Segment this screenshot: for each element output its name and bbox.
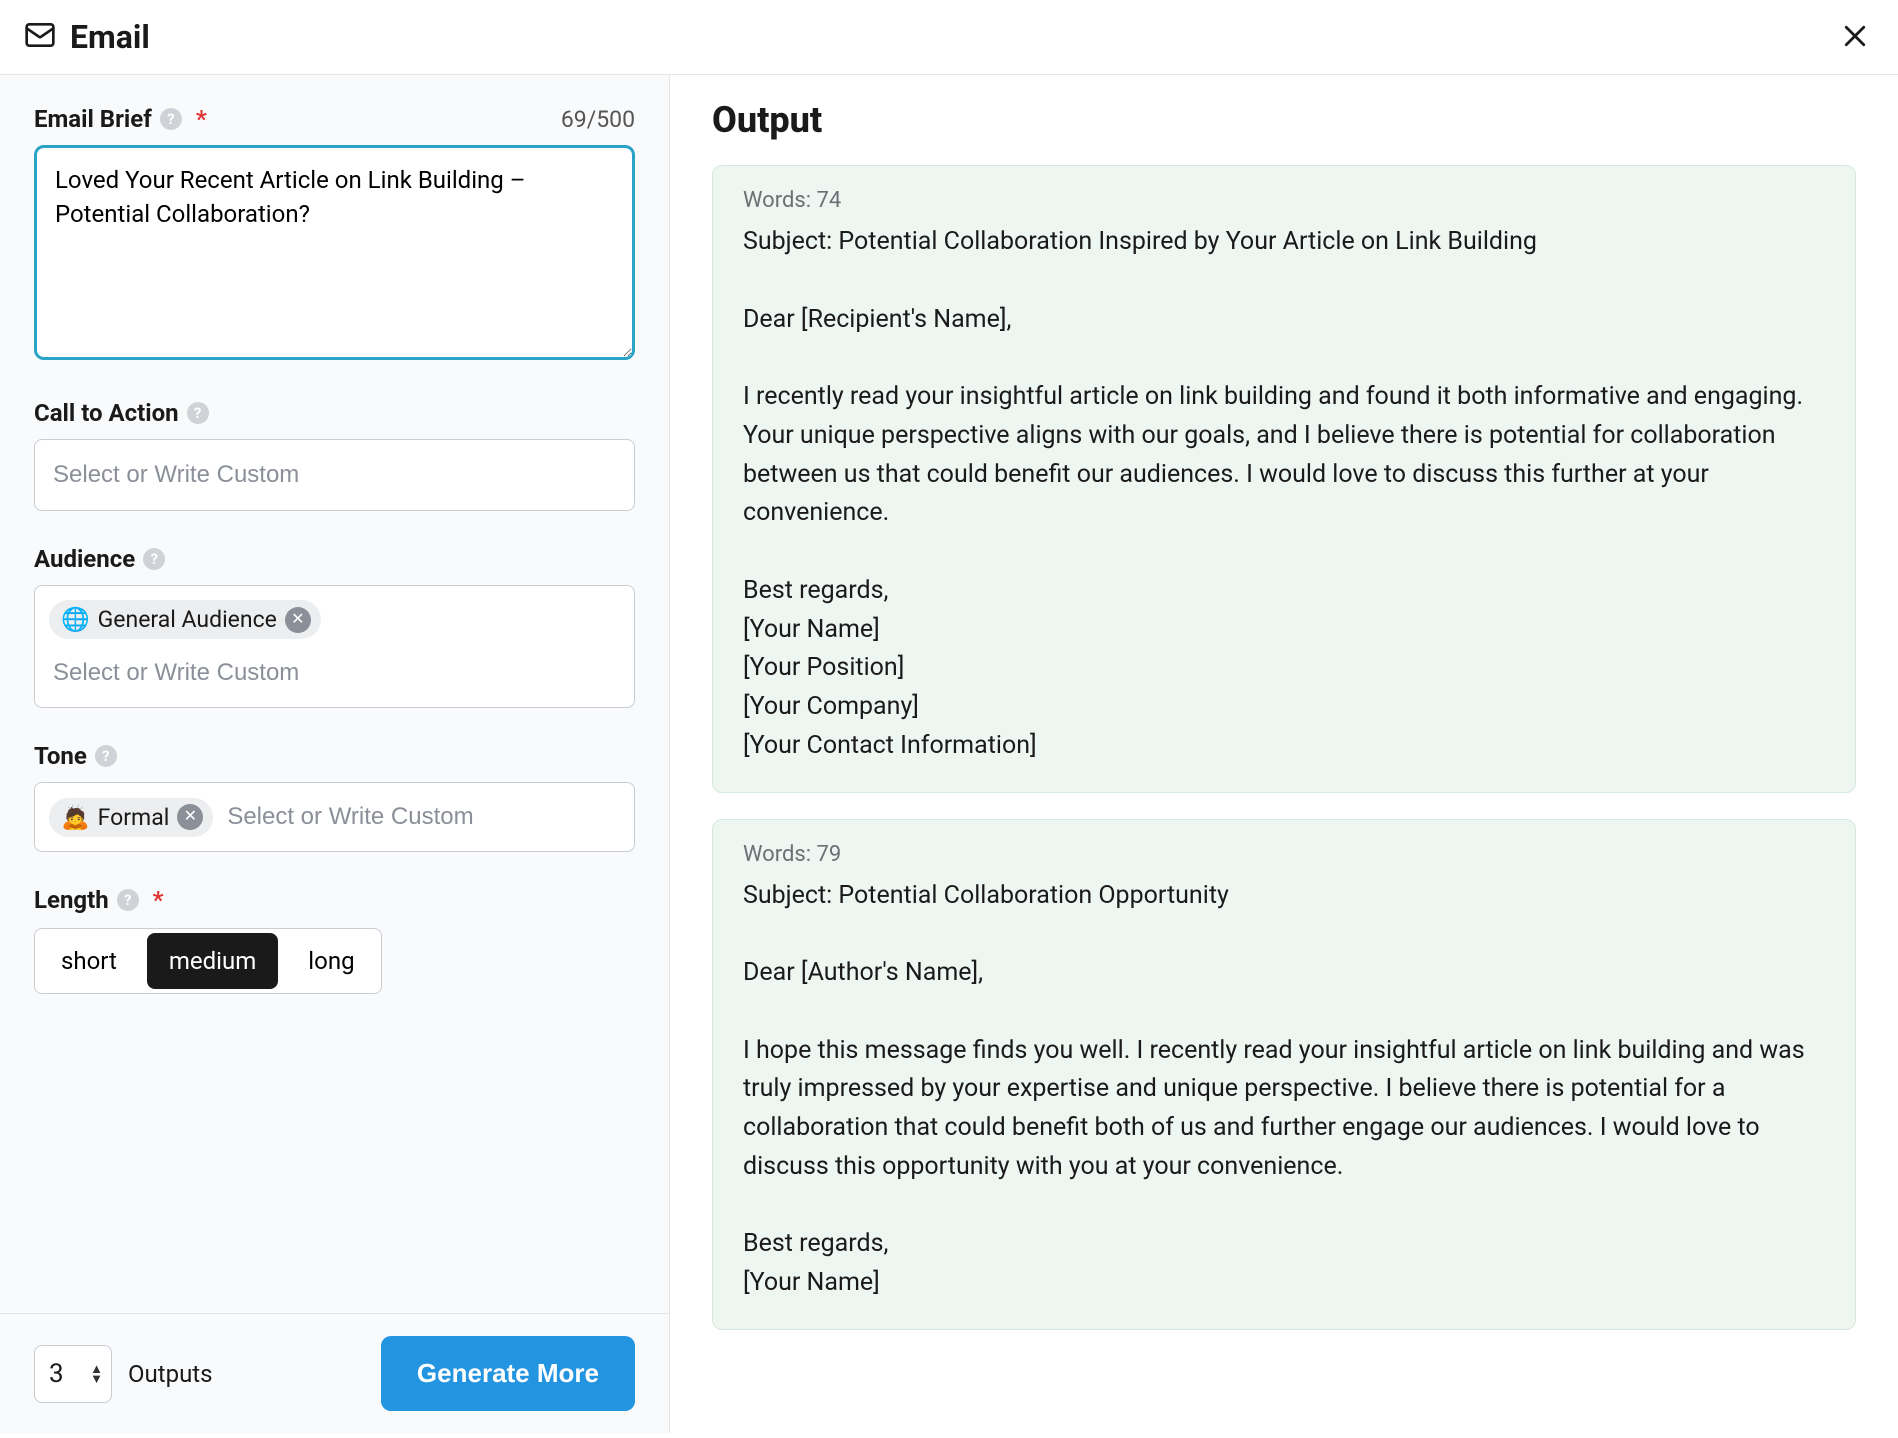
tone-input[interactable] [223,797,620,837]
field-email-brief: Email Brief ? * 69/500 [34,105,635,365]
length-segmented: short medium long [34,928,382,994]
field-audience: Audience ? 🌐 General Audience ✕ [34,545,635,708]
remove-audience-chip[interactable]: ✕ [285,607,311,633]
close-icon [1840,39,1870,54]
tone-label: Tone [34,742,87,770]
output-body: Subject: Potential Collaboration Inspire… [743,223,1825,766]
person-bowing-icon: 🙇 [61,804,90,831]
help-icon[interactable]: ? [117,889,139,911]
help-icon[interactable]: ? [143,548,165,570]
required-marker: * [153,886,164,914]
audience-input[interactable] [49,653,620,693]
tone-chip-text: Formal [98,804,170,831]
outputs-count-input[interactable]: 3 ▲ ▼ [34,1345,112,1403]
email-icon [24,19,56,56]
sidebar: Email Brief ? * 69/500 Call to Action ? [0,75,670,1433]
email-brief-input[interactable] [34,145,635,360]
field-tone: Tone ? 🙇 Formal ✕ [34,742,635,852]
required-marker: * [196,105,207,133]
word-count: Words: 79 [743,842,1825,867]
cta-label: Call to Action [34,399,179,427]
field-output-language: Output Language [34,1028,635,1056]
audience-label: Audience [34,545,135,573]
cta-select[interactable] [34,439,635,511]
page-title: Email [70,18,150,56]
cta-input[interactable] [49,455,620,495]
length-label: Length [34,886,109,914]
output-card[interactable]: Words: 74 Subject: Potential Collaborati… [712,165,1856,793]
outputs-count-value: 3 [49,1359,64,1389]
field-cta: Call to Action ? [34,399,635,511]
audience-chip: 🌐 General Audience ✕ [49,600,321,639]
outputs-step-down[interactable]: ▼ [90,1374,103,1383]
length-long[interactable]: long [282,929,380,993]
tone-chip: 🙇 Formal ✕ [49,798,213,837]
help-icon[interactable]: ? [95,745,117,767]
length-short[interactable]: short [35,929,143,993]
email-brief-label: Email Brief [34,105,152,133]
word-count: Words: 74 [743,188,1825,213]
generate-more-button[interactable]: Generate More [381,1336,635,1411]
globe-icon: 🌐 [61,606,90,633]
remove-tone-chip[interactable]: ✕ [177,804,203,830]
tone-select[interactable]: 🙇 Formal ✕ [34,782,635,852]
char-counter: 69/500 [561,106,635,133]
outputs-label: Outputs [128,1360,213,1388]
help-icon[interactable]: ? [187,402,209,424]
output-card[interactable]: Words: 79 Subject: Potential Collaborati… [712,819,1856,1330]
close-button[interactable] [1840,21,1870,54]
audience-select[interactable]: 🌐 General Audience ✕ [34,585,635,708]
header: Email [0,0,1898,75]
output-pane: Output Words: 74 Subject: Potential Coll… [670,75,1898,1433]
output-body: Subject: Potential Collaboration Opportu… [743,877,1825,1303]
output-title: Output [712,99,1856,141]
length-medium[interactable]: medium [147,933,278,989]
audience-chip-text: General Audience [98,606,277,633]
field-length: Length ? * short medium long [34,886,635,994]
sidebar-footer: 3 ▲ ▼ Outputs Generate More [0,1313,669,1433]
help-icon[interactable]: ? [160,108,182,130]
